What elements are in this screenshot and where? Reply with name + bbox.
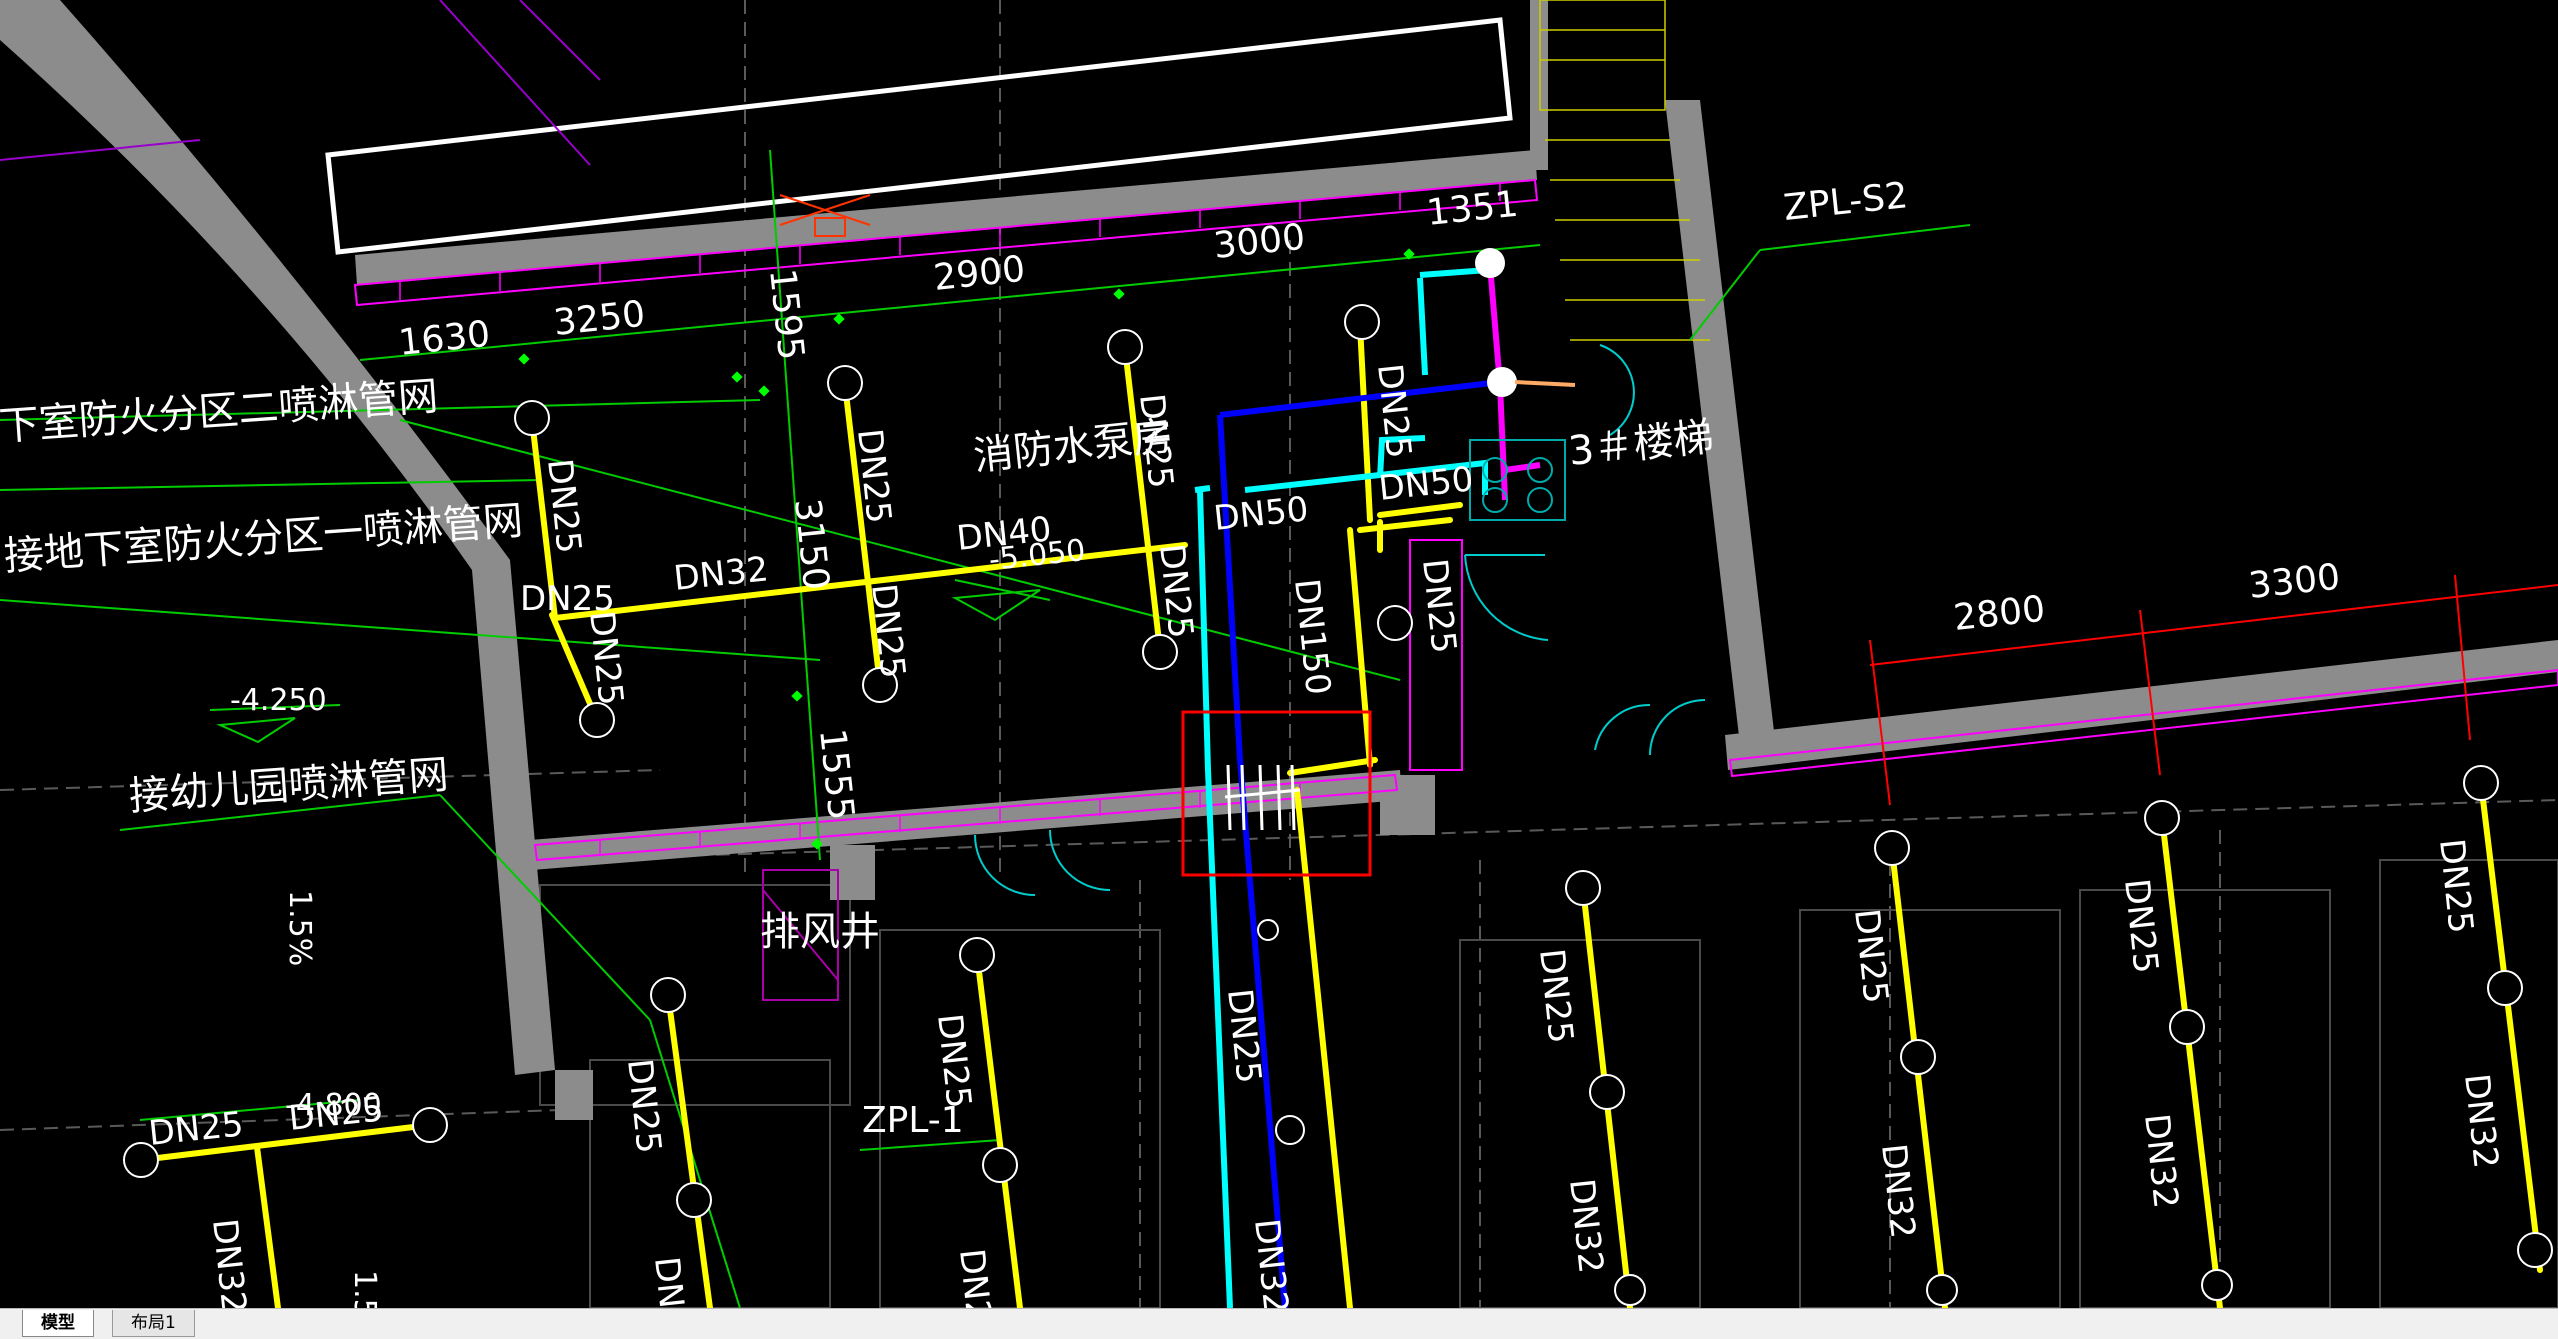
slope-label-1: 1.5% xyxy=(282,890,317,966)
riser-zpl-s2: ZPL-S2 xyxy=(1782,175,1910,229)
dim-1351: 1351 xyxy=(1425,184,1520,234)
east-wall-upper xyxy=(1530,0,1548,170)
dim-3250: 3250 xyxy=(552,294,647,344)
pipe-label: DN32 xyxy=(1246,1217,1296,1308)
dim-2800: 2800 xyxy=(1952,589,2047,639)
pipe-label: DN32 xyxy=(672,549,771,599)
pipe-label: DN32 xyxy=(1873,1142,1923,1241)
pipe-label: DN50 xyxy=(1377,459,1476,509)
pipe-label: DN25 xyxy=(646,1255,696,1308)
pipe-label: DN25 xyxy=(863,582,913,681)
pipe-label: DN32 xyxy=(2136,1112,2186,1211)
pipe-label: DN25 xyxy=(2431,837,2481,936)
pipe-label: DN150 xyxy=(1286,577,1338,697)
dim-1595: 1595 xyxy=(761,267,811,362)
dim-1555: 1555 xyxy=(811,727,861,822)
pipe-label: DN32 xyxy=(1561,1177,1611,1276)
pipe-label: DN50 xyxy=(1212,489,1311,539)
pipe-label: DN25 xyxy=(1414,557,1464,656)
elevation-kindergarten: -4.250 xyxy=(230,683,327,718)
exhaust-shaft-label: 排风井 xyxy=(760,909,880,955)
pipe-label: DN25 xyxy=(2116,877,2166,976)
cad-model-space[interactable]: 消防水泵房 3＃楼梯 排风井 下室防火分区二喷淋管网 接地下室防火分区一喷淋管网… xyxy=(0,0,2558,1308)
slope-label-2: 1.5% xyxy=(347,1270,382,1308)
note-kindergarten: 接幼儿园喷淋管网 xyxy=(127,752,449,820)
pipe-label: DN25 xyxy=(951,1247,1001,1308)
dim-3150: 3150 xyxy=(786,497,836,592)
pipe-label: DN32 xyxy=(204,1217,254,1308)
pipe-label: DN25 xyxy=(619,1057,669,1156)
note-zone2: 下室防火分区二喷淋管网 xyxy=(0,373,440,450)
east-wall xyxy=(1725,640,2558,770)
tab-layout1[interactable]: 布局1 xyxy=(112,1310,195,1337)
pipe-label: DN25 xyxy=(929,1012,979,1111)
pipe-label: DN32 xyxy=(2456,1072,2506,1171)
dim-2900: 2900 xyxy=(932,249,1027,299)
dim-3000: 3000 xyxy=(1212,217,1307,267)
pipe-label: DN25 xyxy=(1846,907,1896,1006)
pipe-label: DN25 xyxy=(1531,947,1581,1046)
pipe-label: DN25 xyxy=(581,609,631,708)
stair-label: 3＃楼梯 xyxy=(1566,414,1715,475)
pipe-label: DN25 xyxy=(849,427,899,526)
pipe-label: DN25 xyxy=(1369,362,1419,461)
dim-3300: 3300 xyxy=(2247,557,2342,607)
pipe-label: DN25 xyxy=(1219,987,1269,1086)
tab-model[interactable]: 模型 xyxy=(22,1310,94,1337)
dim-1630: 1630 xyxy=(397,314,492,364)
note-zone1: 接地下室防火分区一喷淋管网 xyxy=(2,498,524,580)
layout-tab-bar: 模型 布局1 xyxy=(0,1308,2558,1339)
